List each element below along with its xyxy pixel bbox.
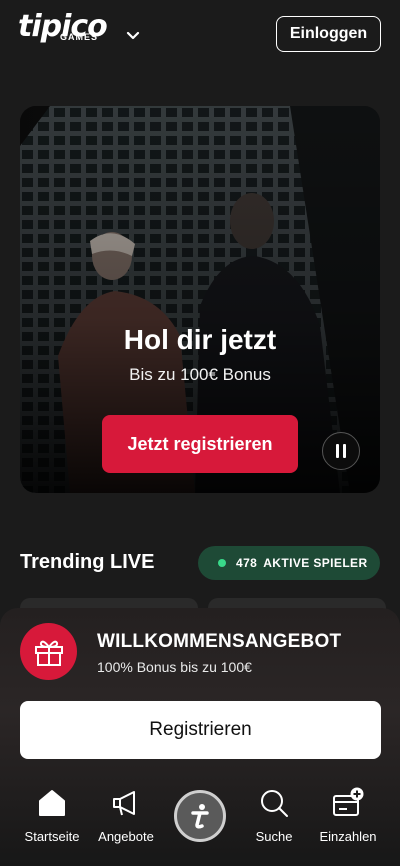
register-button[interactable]: Registrieren xyxy=(20,701,381,759)
active-players-badge: 478 AKTIVE SPIELER xyxy=(198,546,380,580)
offer-subtitle: 100% Bonus bis zu 100€ xyxy=(97,659,252,675)
nav-label: Einzahlen xyxy=(319,829,377,844)
login-button[interactable]: Einloggen xyxy=(276,16,381,52)
chevron-down-icon[interactable] xyxy=(125,28,141,44)
nav-label: Suche xyxy=(255,829,293,844)
active-player-count: 478 xyxy=(236,556,258,570)
wallet-plus-icon xyxy=(333,787,364,816)
active-player-label: AKTIVE SPIELER xyxy=(263,556,368,570)
pause-icon xyxy=(336,444,346,458)
hero-title: Hol dir jetzt xyxy=(123,324,277,355)
gift-badge xyxy=(20,623,77,680)
nav-label: Startseite xyxy=(24,829,80,844)
tipico-center-button[interactable] xyxy=(174,790,226,842)
tipico-t-icon xyxy=(191,804,209,829)
register-now-button[interactable]: Jetzt registrieren xyxy=(102,415,298,473)
megaphone-icon xyxy=(113,791,135,816)
trending-title: Trending LIVE xyxy=(20,551,155,573)
nav-item-search[interactable]: Suche xyxy=(234,780,314,844)
logo-subtitle: GAMES xyxy=(60,32,99,42)
nav-item-deposit[interactable]: Einzahlen xyxy=(308,780,388,844)
nav-label: Angebote xyxy=(98,829,154,844)
live-dot-icon xyxy=(218,559,226,567)
hero-banner[interactable]: Hol dir jetzt Bis zu 100€ Bonus Jetzt re… xyxy=(20,106,380,493)
gift-icon xyxy=(34,640,63,666)
app-header: tipico GAMES Einloggen xyxy=(0,0,400,64)
offer-title: WILLKOMMENSANGEBOT xyxy=(97,631,342,652)
pause-button[interactable] xyxy=(322,432,360,470)
hero-subtitle: Bis zu 100€ Bonus xyxy=(129,365,271,384)
bottom-nav: Startseite Angebote Suche Einzahlen xyxy=(0,780,400,866)
search-icon xyxy=(261,790,288,817)
nav-item-home[interactable]: Startseite xyxy=(12,780,92,844)
nav-item-offers[interactable]: Angebote xyxy=(86,780,166,844)
home-icon xyxy=(39,790,65,816)
